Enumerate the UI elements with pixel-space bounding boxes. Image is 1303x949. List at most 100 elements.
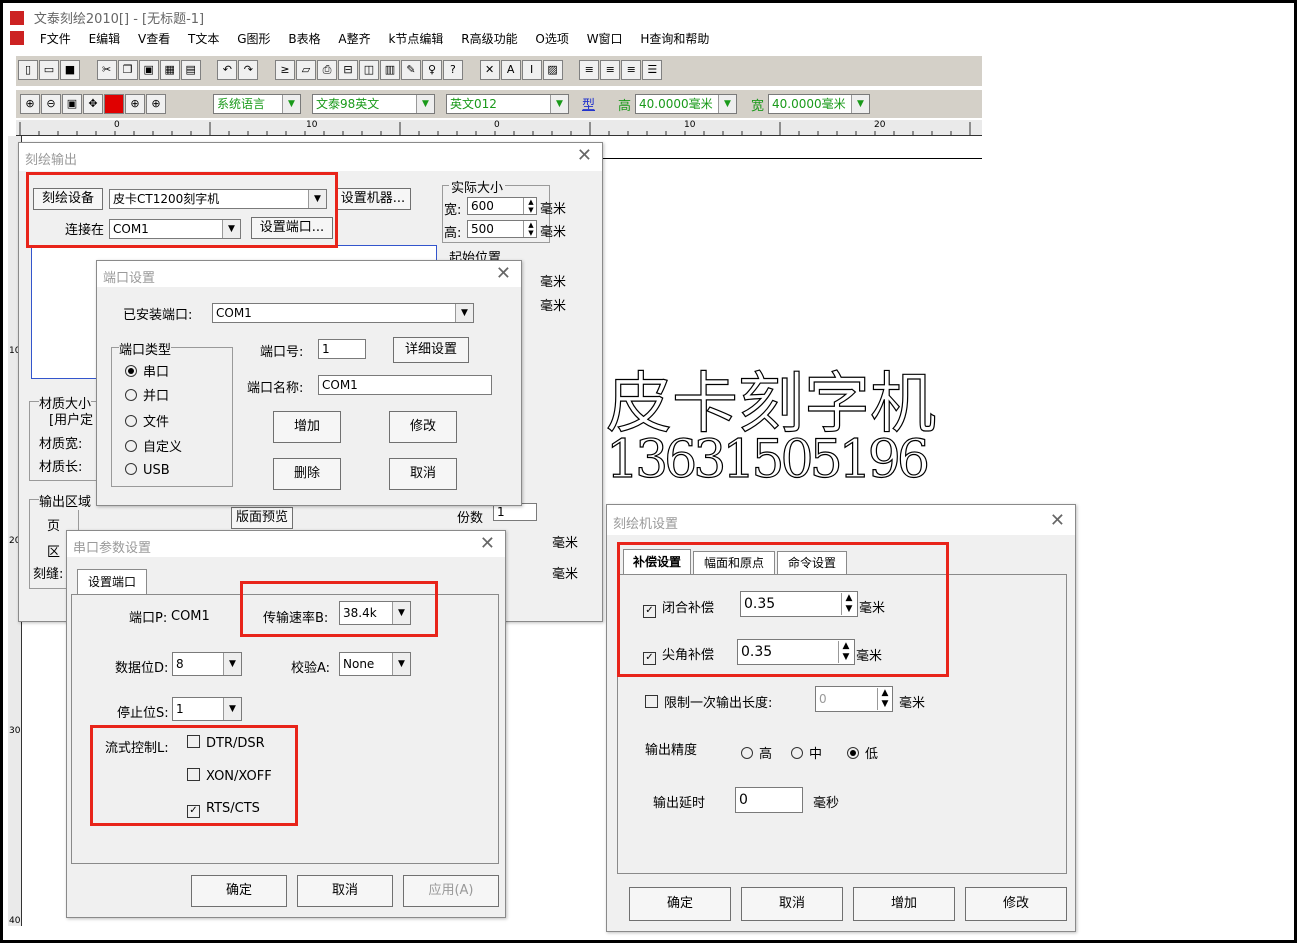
menu-edit[interactable]: E编辑 xyxy=(89,30,121,47)
bulb-icon[interactable]: ♀ xyxy=(421,60,442,80)
precision-high-radio[interactable]: 高 xyxy=(741,743,772,762)
preview-layout-button[interactable]: 版面预览 xyxy=(231,507,293,529)
checkbox-icon xyxy=(645,695,658,708)
port-type-parallel[interactable]: 并口 xyxy=(125,385,169,404)
width-select[interactable]: 40.0000毫米 ▼ xyxy=(768,94,870,114)
port-type-usb[interactable]: USB xyxy=(125,463,170,478)
precision-medium-radio[interactable]: 中 xyxy=(791,743,822,762)
detail-settings-button[interactable]: 详细设置 xyxy=(393,337,469,363)
pen-icon[interactable]: ✎ xyxy=(400,60,421,80)
zoom-tools: ⊕ ⊖ ▣ ✥ ⊕ ⊕ xyxy=(20,94,167,114)
italic-icon[interactable]: I xyxy=(521,60,542,80)
menu-node-edit[interactable]: k节点编辑 xyxy=(388,30,443,47)
ok-button[interactable]: 确定 xyxy=(629,887,731,921)
save-icon[interactable]: ■ xyxy=(60,60,80,80)
align-right-icon[interactable]: ≡ xyxy=(621,60,642,80)
port-type-serial[interactable]: 串口 xyxy=(125,361,169,380)
page-label: 页 xyxy=(47,519,61,534)
preview-icon[interactable]: ◫ xyxy=(358,60,379,80)
open-file-icon[interactable]: ▭ xyxy=(39,60,59,80)
menu-file[interactable]: F文件 xyxy=(40,30,71,47)
language-select[interactable]: 系统语言 ▼ xyxy=(213,94,301,114)
close-icon[interactable]: ✕ xyxy=(577,145,592,166)
zoom-page-icon[interactable]: ⊕ xyxy=(125,94,145,114)
text-a-icon[interactable]: A xyxy=(500,60,521,80)
zoom-in-icon[interactable]: ⊕ xyxy=(20,94,40,114)
redo-icon[interactable]: ↷ xyxy=(238,60,259,80)
menu-view[interactable]: V查看 xyxy=(138,30,170,47)
type-button[interactable]: 型 xyxy=(582,94,595,113)
close-icon[interactable]: ✕ xyxy=(480,533,495,554)
port-label: 端口P: xyxy=(129,611,168,626)
font-cn-select[interactable]: 文泰98英文 ▼ xyxy=(312,94,435,114)
zoom-all-icon[interactable]: ⊕ xyxy=(146,94,166,114)
copy-icon[interactable]: ❐ xyxy=(117,60,138,80)
installed-port-label: 已安装端口: xyxy=(123,308,193,323)
add-button[interactable]: 增加 xyxy=(273,411,341,443)
cut-output-icon[interactable]: ≥ xyxy=(274,60,295,80)
menu-align[interactable]: A整齐 xyxy=(338,30,370,47)
menu-advanced[interactable]: R高级功能 xyxy=(461,30,517,47)
frame-icon[interactable]: ▥ xyxy=(379,60,400,80)
port-number-input[interactable]: 1 xyxy=(318,339,366,359)
tab-setup-port[interactable]: 设置端口 xyxy=(77,569,147,595)
modify-button[interactable]: 修改 xyxy=(389,411,457,443)
delay-input[interactable]: 0 xyxy=(735,787,803,813)
data-bits-label: 数据位D: xyxy=(115,661,169,676)
cross-icon[interactable]: ✕ xyxy=(479,60,500,80)
ruler-mark: 0 xyxy=(494,120,500,130)
app-logo-icon xyxy=(10,11,24,25)
plot-icon[interactable]: ▱ xyxy=(295,60,316,80)
format-icon[interactable]: ▤ xyxy=(180,60,201,80)
delete-button[interactable]: 删除 xyxy=(273,458,341,490)
cancel-button[interactable]: 取消 xyxy=(389,458,457,490)
menu-options[interactable]: O选项 xyxy=(535,30,568,47)
modify-button[interactable]: 修改 xyxy=(965,887,1067,921)
pan-icon[interactable]: ✥ xyxy=(83,94,103,114)
align-center-icon[interactable]: ≡ xyxy=(600,60,621,80)
width-spin[interactable]: ▲ ▼ xyxy=(523,198,538,214)
installed-port-select[interactable]: COM1 ▼ xyxy=(212,303,474,323)
limit-length-checkbox[interactable]: 限制一次输出长度: xyxy=(645,692,772,711)
canvas-text-phone[interactable]: 13631505196 xyxy=(605,429,930,490)
close-icon[interactable]: ✕ xyxy=(496,263,511,284)
port-type-file[interactable]: 文件 xyxy=(125,411,169,430)
port-type-custom[interactable]: 自定义 xyxy=(125,436,182,455)
height-select[interactable]: 40.0000毫米 ▼ xyxy=(635,94,737,114)
paste-icon[interactable]: ▣ xyxy=(138,60,159,80)
cut-icon[interactable]: ✂ xyxy=(96,60,117,80)
menu-graphics[interactable]: G图形 xyxy=(237,30,270,47)
ok-button[interactable]: 确定 xyxy=(191,875,287,907)
menu-table[interactable]: B表格 xyxy=(288,30,320,47)
align-left-icon[interactable]: ≡ xyxy=(579,60,600,80)
height-spin[interactable]: ▲ ▼ xyxy=(523,221,538,237)
red-color-icon[interactable] xyxy=(104,94,124,114)
help-icon[interactable]: ? xyxy=(442,60,463,80)
data-bits-select[interactable]: 8 ▼ xyxy=(172,652,242,676)
stop-bits-select[interactable]: 1 ▼ xyxy=(172,697,242,721)
menu-window[interactable]: W窗口 xyxy=(587,30,623,47)
print-icon[interactable]: ⎙ xyxy=(316,60,337,80)
align-justify-icon[interactable]: ☰ xyxy=(642,60,663,80)
parity-select[interactable]: None ▼ xyxy=(339,652,411,676)
zoom-fit-icon[interactable]: ▣ xyxy=(62,94,82,114)
print-preview-icon[interactable]: ⊟ xyxy=(337,60,358,80)
new-file-icon[interactable]: ▯ xyxy=(18,60,38,80)
close-icon[interactable]: ✕ xyxy=(1050,510,1065,531)
undo-icon[interactable]: ↶ xyxy=(217,60,238,80)
menu-text[interactable]: T文本 xyxy=(188,30,219,47)
cancel-button[interactable]: 取消 xyxy=(741,887,843,921)
font-en-select[interactable]: 英文012 ▼ xyxy=(446,94,569,114)
grid-icon[interactable]: ▦ xyxy=(159,60,180,80)
setup-machine-button[interactable]: 设置机器... xyxy=(335,188,411,210)
apply-button[interactable]: 应用(A) xyxy=(403,875,499,907)
menu-help[interactable]: H查询和帮助 xyxy=(640,30,709,47)
precision-low-radio[interactable]: 低 xyxy=(847,743,878,762)
limit-length-spin[interactable]: ▲ ▼ xyxy=(877,688,892,710)
port-name-input[interactable]: COM1 xyxy=(318,375,492,395)
cancel-button[interactable]: 取消 xyxy=(297,875,393,907)
material-user-option[interactable]: [用户定 xyxy=(49,409,93,428)
add-button[interactable]: 增加 xyxy=(853,887,955,921)
zoom-out-icon[interactable]: ⊖ xyxy=(41,94,61,114)
text-edit-icon[interactable]: ▨ xyxy=(542,60,563,80)
